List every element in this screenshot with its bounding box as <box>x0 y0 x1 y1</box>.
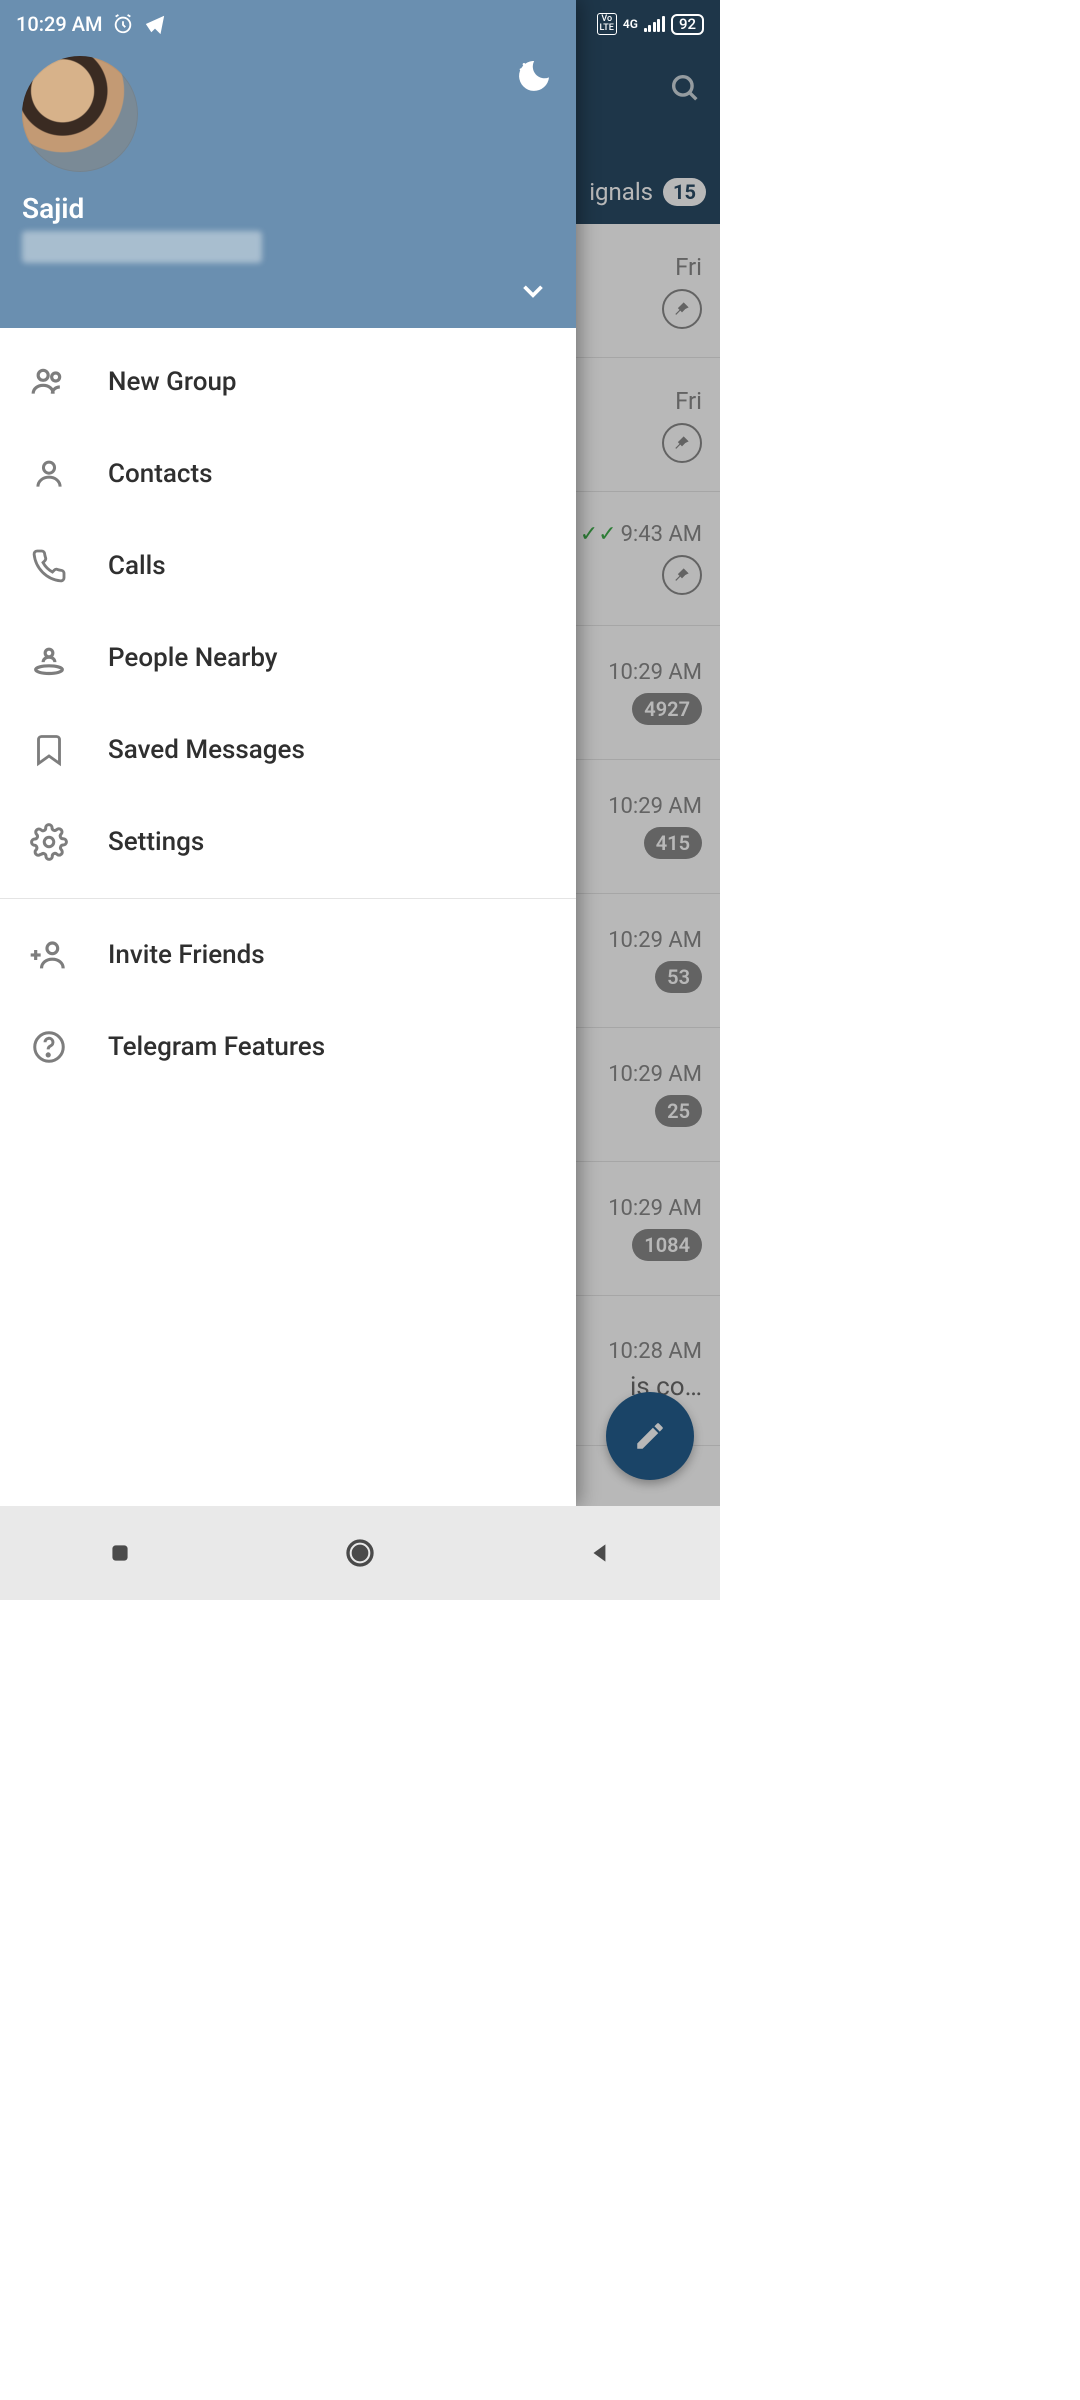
nav-home-button[interactable] <box>338 1531 382 1575</box>
menu-item-telegram-features[interactable]: Telegram Features <box>0 1001 576 1093</box>
network-type-label: 4G <box>623 17 638 31</box>
drawer-user-phone-redacted <box>22 231 262 263</box>
menu-label: People Nearby <box>108 643 278 673</box>
invite-icon <box>28 934 70 976</box>
menu-item-calls[interactable]: Calls <box>0 520 576 612</box>
drawer-user-name: Sajid <box>22 192 554 225</box>
bookmark-icon <box>28 729 70 771</box>
menu-label: Calls <box>108 551 166 581</box>
gear-icon <box>28 821 70 863</box>
menu-item-contacts[interactable]: Contacts <box>0 428 576 520</box>
menu-label: Contacts <box>108 459 212 489</box>
menu-item-saved-messages[interactable]: Saved Messages <box>0 704 576 796</box>
nav-recent-button[interactable] <box>98 1531 142 1575</box>
nearby-icon <box>28 637 70 679</box>
navigation-drawer: Sajid New Group Contacts <box>0 0 576 1506</box>
menu-item-invite-friends[interactable]: Invite Friends <box>0 909 576 1001</box>
menu-item-new-group[interactable]: New Group <box>0 336 576 428</box>
group-icon <box>28 361 70 403</box>
statusbar-time: 10:29 AM <box>16 12 102 36</box>
menu-label: New Group <box>108 367 237 397</box>
drawer-menu: New Group Contacts Calls People Nearby <box>0 328 576 1506</box>
drawer-header: Sajid <box>0 0 576 328</box>
phone-icon <box>28 545 70 587</box>
nav-back-button[interactable] <box>578 1531 622 1575</box>
volte-icon: VoLTE <box>597 13 617 35</box>
account-expand-toggle[interactable] <box>516 274 550 308</box>
alarm-icon <box>112 13 134 35</box>
menu-label: Settings <box>108 827 204 857</box>
menu-label: Saved Messages <box>108 735 305 765</box>
help-icon <box>28 1026 70 1068</box>
status-bar: 10:29 AM VoLTE 4G 92 <box>0 0 720 48</box>
person-icon <box>28 453 70 495</box>
telegram-notification-icon <box>144 13 166 35</box>
menu-item-settings[interactable]: Settings <box>0 796 576 888</box>
battery-indicator: 92 <box>671 14 704 35</box>
android-nav-bar <box>0 1506 720 1600</box>
menu-label: Telegram Features <box>108 1032 325 1062</box>
menu-divider <box>0 898 576 899</box>
menu-item-people-nearby[interactable]: People Nearby <box>0 612 576 704</box>
menu-label: Invite Friends <box>108 940 265 970</box>
user-avatar[interactable] <box>22 56 138 172</box>
night-mode-toggle[interactable] <box>514 56 554 96</box>
signal-icon <box>644 16 665 32</box>
